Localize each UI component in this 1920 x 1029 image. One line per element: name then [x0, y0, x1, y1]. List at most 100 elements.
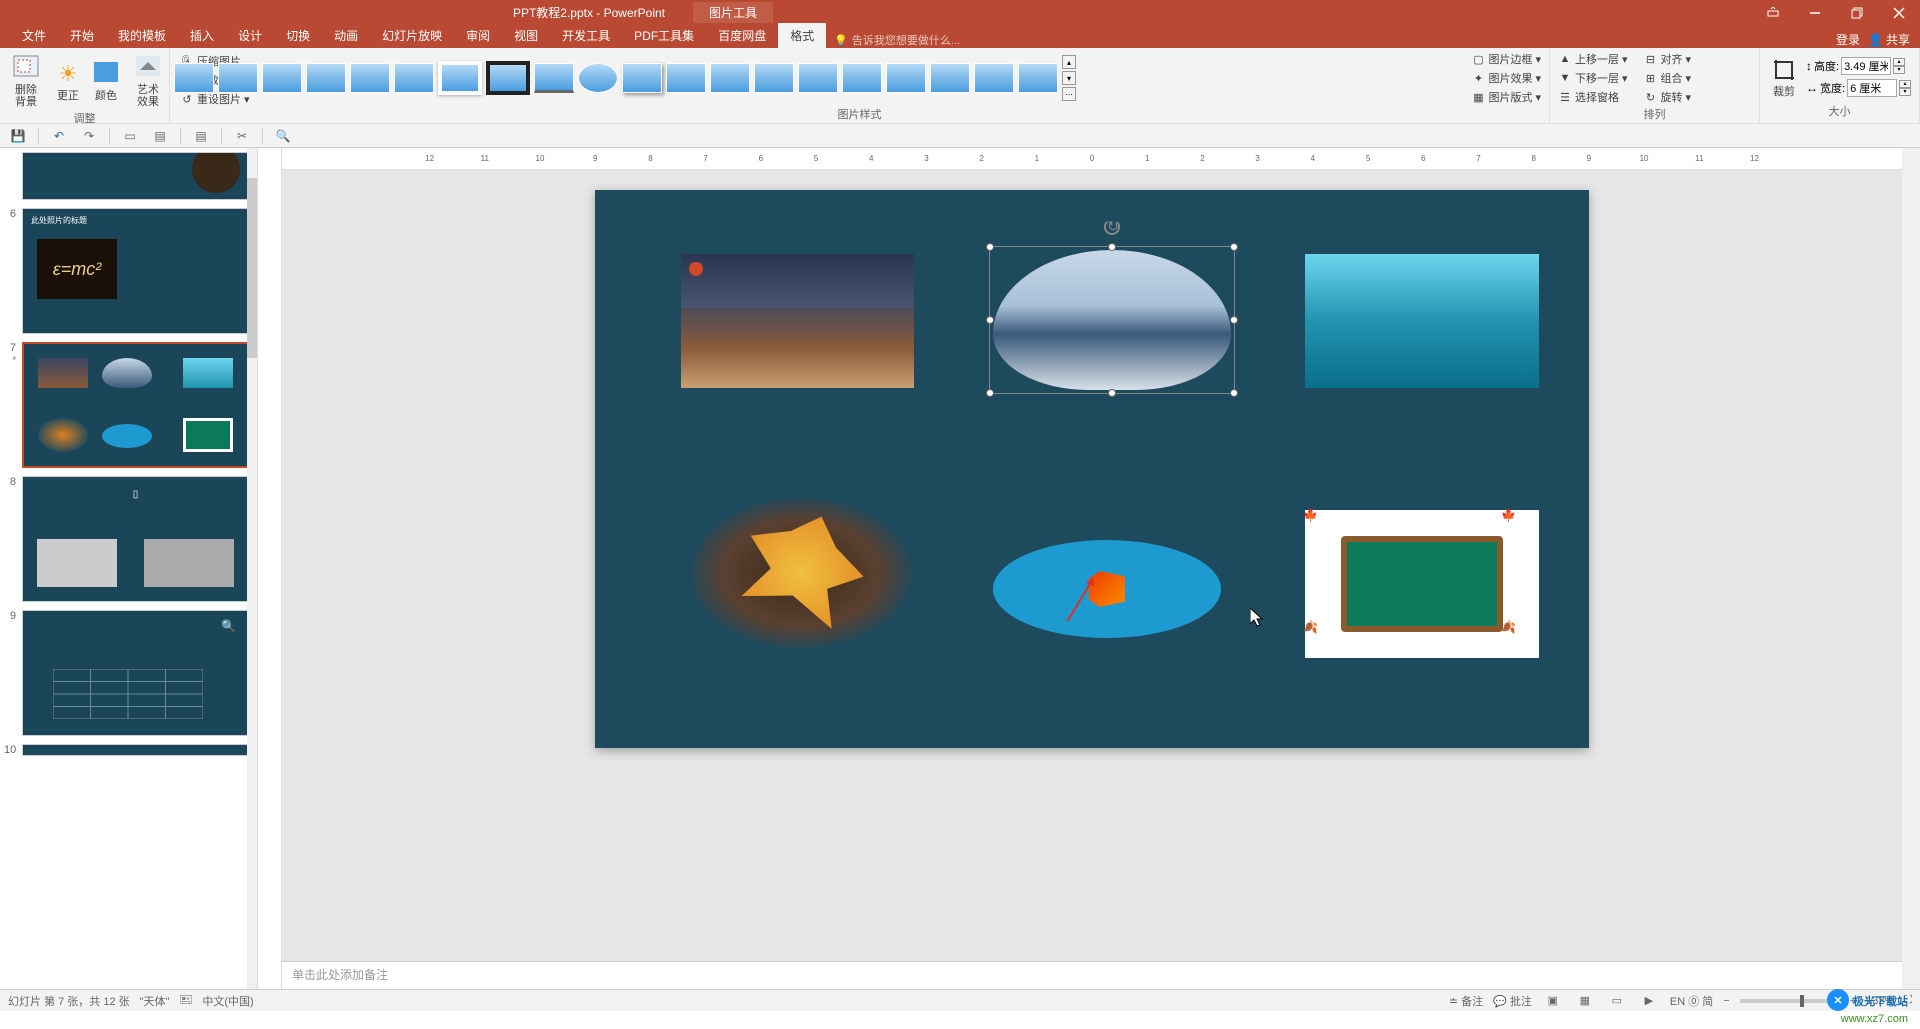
- resize-handle[interactable]: [986, 389, 994, 397]
- style-item[interactable]: [930, 63, 970, 93]
- tab-pdf[interactable]: PDF工具集: [622, 23, 706, 48]
- save-icon[interactable]: 💾: [8, 126, 28, 146]
- width-input[interactable]: [1847, 79, 1897, 97]
- style-item[interactable]: [666, 63, 706, 93]
- style-item[interactable]: [974, 63, 1014, 93]
- style-item[interactable]: [842, 63, 882, 93]
- pic-border-button[interactable]: ▢图片边框 ▾: [1467, 50, 1545, 68]
- pic-layout-button[interactable]: ▦图片版式 ▾: [1467, 88, 1545, 106]
- zoom-slider[interactable]: [1740, 999, 1840, 1003]
- slide-thumb-8[interactable]: ▯: [22, 476, 249, 602]
- tab-home[interactable]: 开始: [58, 23, 106, 48]
- image-chalkboard[interactable]: 🍁 🍁 🍂 🍂: [1305, 510, 1539, 658]
- notes-toggle[interactable]: ≐ 备注: [1449, 993, 1483, 1009]
- slide-canvas[interactable]: 🍁 🍁 🍂 🍂: [595, 190, 1589, 748]
- tab-view[interactable]: 视图: [502, 23, 550, 48]
- picture-styles-gallery[interactable]: ▴▾⋯: [174, 55, 1459, 101]
- tell-me-input[interactable]: 💡 告诉我您想要做什么...: [826, 32, 1836, 48]
- remove-bg-button[interactable]: 删除背景: [4, 50, 48, 110]
- notes-area[interactable]: 单击此处添加备注: [282, 961, 1902, 989]
- resize-handle[interactable]: [1230, 243, 1238, 251]
- style-item[interactable]: [486, 61, 530, 95]
- comments-toggle[interactable]: 💬 批注: [1493, 993, 1532, 1009]
- image-mountain-selected[interactable]: [993, 250, 1231, 390]
- tab-insert[interactable]: 插入: [178, 23, 226, 48]
- style-item[interactable]: [218, 63, 258, 93]
- tab-animations[interactable]: 动画: [322, 23, 370, 48]
- slide-thumb-7[interactable]: [22, 342, 249, 468]
- tab-slideshow[interactable]: 幻灯片放映: [370, 23, 454, 48]
- tab-file[interactable]: 文件: [10, 23, 58, 48]
- qat-btn[interactable]: ▤: [191, 126, 211, 146]
- slide-thumb-5[interactable]: [22, 152, 249, 200]
- minimize-icon[interactable]: [1794, 0, 1836, 25]
- height-spinner[interactable]: ↕ 高度: ▴▾: [1806, 57, 1911, 75]
- gallery-expand[interactable]: ▴▾⋯: [1062, 55, 1078, 101]
- style-item[interactable]: [174, 63, 214, 93]
- align-button[interactable]: ⊟对齐 ▾: [1640, 50, 1696, 68]
- selection-pane-button[interactable]: ☰选择窗格: [1554, 88, 1632, 106]
- zoom-value[interactable]: 132%: [1866, 995, 1894, 1007]
- style-item[interactable]: [306, 63, 346, 93]
- style-item[interactable]: [798, 63, 838, 93]
- slides-panel[interactable]: 6 此处照片的标题 ε=mc² 7* 8 ▯: [0, 148, 258, 989]
- bring-forward-button[interactable]: ▲上移一层 ▾: [1554, 50, 1632, 68]
- qat-btn[interactable]: ✂: [232, 126, 252, 146]
- style-item[interactable]: [350, 63, 390, 93]
- ribbon-opts-icon[interactable]: [1752, 0, 1794, 25]
- crop-button[interactable]: 裁剪: [1764, 52, 1804, 100]
- close-icon[interactable]: [1878, 0, 1920, 25]
- tab-transitions[interactable]: 切换: [274, 23, 322, 48]
- image-beach[interactable]: [1305, 254, 1539, 388]
- style-item[interactable]: [578, 63, 618, 93]
- slideshow-view-icon[interactable]: ▶: [1638, 992, 1660, 1010]
- image-cityscape[interactable]: [681, 254, 914, 388]
- corrections-button[interactable]: ☀ 更正: [50, 56, 86, 104]
- resize-handle[interactable]: [986, 243, 994, 251]
- style-item[interactable]: [886, 63, 926, 93]
- login-link[interactable]: 登录: [1836, 31, 1860, 48]
- tab-design[interactable]: 设计: [226, 23, 274, 48]
- resize-handle[interactable]: [1230, 389, 1238, 397]
- group-button[interactable]: ⊞组合 ▾: [1640, 69, 1696, 87]
- sorter-view-icon[interactable]: ▦: [1574, 992, 1596, 1010]
- send-backward-button[interactable]: ▼下移一层 ▾: [1554, 69, 1632, 87]
- rotate-button[interactable]: ↻旋转 ▾: [1640, 88, 1696, 106]
- normal-view-icon[interactable]: ▣: [1542, 992, 1564, 1010]
- qat-btn[interactable]: ▤: [150, 126, 170, 146]
- resize-handle[interactable]: [1108, 243, 1116, 251]
- tab-developer[interactable]: 开发工具: [550, 23, 622, 48]
- zoom-out-icon[interactable]: −: [1723, 995, 1729, 1007]
- style-item[interactable]: [262, 63, 302, 93]
- lang-btn[interactable]: 🖭: [179, 991, 192, 1010]
- style-item[interactable]: [622, 63, 662, 93]
- zoom-in-icon[interactable]: +: [1850, 995, 1856, 1007]
- tab-format[interactable]: 格式: [778, 23, 826, 48]
- tab-review[interactable]: 审阅: [454, 23, 502, 48]
- width-spinner[interactable]: ↔ 宽度: ▴▾: [1806, 79, 1911, 97]
- slide-thumb-9[interactable]: 🔍: [22, 610, 249, 736]
- canvas-area[interactable]: 🍁 🍁 🍂 🍂: [282, 170, 1902, 961]
- style-item[interactable]: [394, 63, 434, 93]
- style-item[interactable]: [754, 63, 794, 93]
- share-button[interactable]: 👤共享: [1868, 31, 1910, 48]
- style-item[interactable]: [438, 61, 482, 95]
- vertical-scrollbar[interactable]: [1902, 148, 1920, 989]
- ime-indicator[interactable]: EN 🄋 简: [1670, 993, 1713, 1009]
- tab-templates[interactable]: 我的模板: [106, 23, 178, 48]
- panel-scrollbar[interactable]: [247, 148, 257, 989]
- fit-window-icon[interactable]: ⛶: [1904, 994, 1912, 1007]
- redo-icon[interactable]: ↷: [79, 126, 99, 146]
- rotate-handle-icon[interactable]: [1104, 219, 1120, 235]
- slide-thumb-10[interactable]: [22, 744, 249, 756]
- style-item[interactable]: [710, 63, 750, 93]
- undo-icon[interactable]: ↶: [49, 126, 69, 146]
- qat-btn[interactable]: 🔍: [273, 126, 293, 146]
- height-input[interactable]: [1841, 57, 1891, 75]
- style-item[interactable]: [1018, 63, 1058, 93]
- restore-icon[interactable]: [1836, 0, 1878, 25]
- color-button[interactable]: 颜色: [88, 56, 124, 104]
- resize-handle[interactable]: [986, 316, 994, 324]
- language-info[interactable]: 中文(中国): [202, 993, 253, 1009]
- reading-view-icon[interactable]: ▭: [1606, 992, 1628, 1010]
